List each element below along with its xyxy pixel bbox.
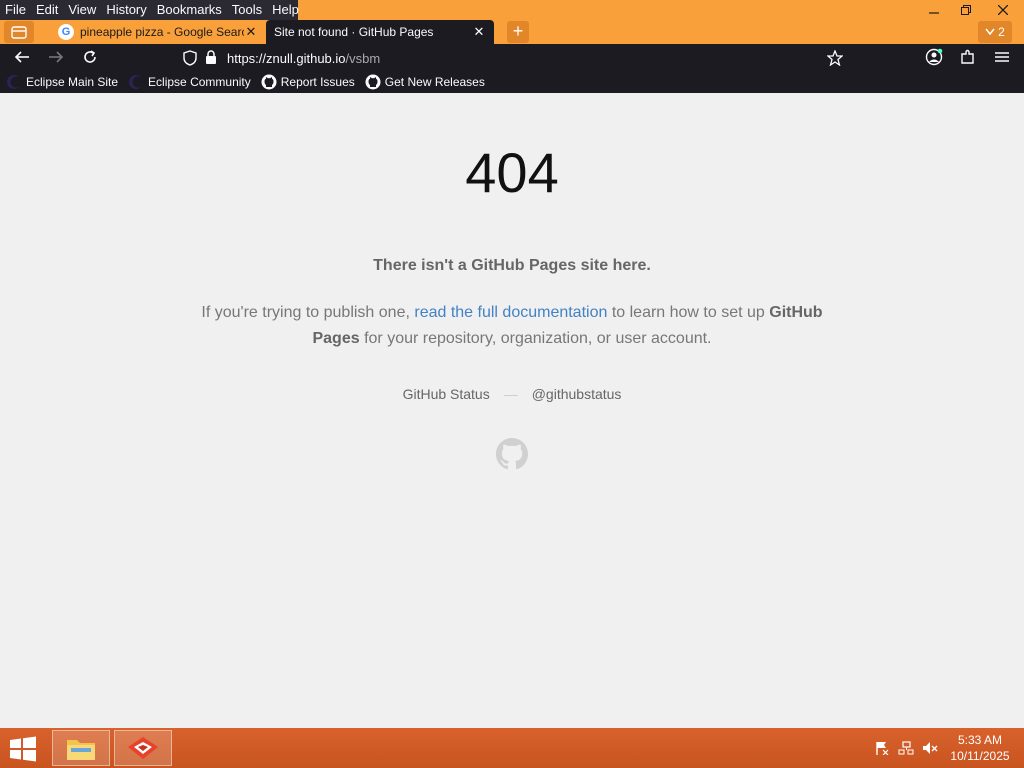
minimize-button[interactable] [918, 0, 950, 20]
para-post: for your repository, organization, or us… [359, 330, 712, 347]
tab-label: Site not found · GitHub Pages [274, 25, 434, 39]
bookmark-label: Eclipse Main Site [26, 74, 119, 89]
forward-button[interactable] [45, 47, 67, 67]
page-content: 404 There isn't a GitHub Pages site here… [0, 93, 1024, 728]
reload-icon [84, 50, 96, 63]
menu-view[interactable]: View [63, 0, 101, 20]
error-code: 404 [465, 141, 559, 204]
para-mid: to learn how to set up [607, 304, 770, 321]
url-host: https://znull.github.io [227, 50, 346, 66]
reload-button[interactable] [79, 47, 101, 67]
lock-icon [206, 50, 216, 64]
address-bar[interactable]: https://znull.github.io/vsbm [177, 46, 847, 70]
bookmark-label: Report Issues [280, 74, 355, 89]
clock-date: 10/11/2025 [950, 749, 1010, 763]
para-pre: If you're trying to publish one, [201, 304, 415, 321]
eclipse-icon [128, 74, 144, 90]
extensions-button[interactable] [957, 47, 979, 67]
chevron-down-icon [985, 28, 995, 36]
list-all-tabs-button[interactable]: 2 [978, 21, 1012, 43]
bookmark-report-issues[interactable]: Report Issues [261, 74, 355, 90]
minimize-icon [929, 12, 939, 14]
taskbar-file-explorer[interactable] [52, 730, 110, 766]
menu-help[interactable]: Help [267, 0, 304, 20]
menu-edit[interactable]: Edit [31, 0, 63, 20]
firefox-view-button[interactable] [4, 21, 34, 43]
shield-icon [183, 50, 197, 66]
footer-links: GitHub Status — @githubstatus [0, 386, 1024, 402]
eclipse-icon [6, 74, 22, 90]
tab-label: pineapple pizza - Google Search [80, 25, 244, 39]
bookmarks-toolbar: Eclipse Main Site Eclipse Community Repo… [0, 70, 1024, 93]
close-icon [998, 5, 1008, 15]
clock-time: 5:33 AM [957, 733, 1003, 747]
menu-bar: File Edit View History Bookmarks Tools H… [0, 0, 299, 20]
navigation-toolbar: https://znull.github.io/vsbm [0, 44, 1024, 70]
github-octocat-icon[interactable] [496, 438, 528, 470]
restore-icon [961, 5, 971, 15]
tab-site-not-found[interactable]: Site not found · GitHub Pages ✕ [266, 20, 494, 44]
browser-titlebar: File Edit View History Bookmarks Tools H… [0, 0, 1024, 44]
menu-bookmarks[interactable]: Bookmarks [152, 0, 227, 20]
error-description: If you're trying to publish one, read th… [200, 300, 824, 352]
githubstatus-twitter-link[interactable]: @githubstatus [532, 386, 622, 402]
url-path: /vsbm [345, 50, 381, 66]
bookmark-label: Get New Releases [384, 74, 485, 89]
github-icon [261, 74, 277, 90]
windows-taskbar: 5:33 AM 10/11/2025 [0, 728, 1024, 768]
app-menu-button[interactable] [991, 47, 1013, 67]
bookmark-get-new-releases[interactable]: Get New Releases [365, 74, 485, 90]
tab-strip: G pineapple pizza - Google Search ✕ Site… [0, 20, 1024, 44]
bookmark-label: Eclipse Community [148, 74, 251, 89]
star-bookmark-icon[interactable] [827, 50, 843, 66]
arrow-left-icon [14, 51, 29, 63]
menu-file[interactable]: File [0, 0, 31, 20]
account-button[interactable] [923, 47, 945, 67]
folder-icon [67, 740, 95, 760]
footer-separator: — [503, 386, 518, 402]
window-controls [918, 0, 1024, 20]
hamburger-menu-icon [995, 52, 1009, 62]
google-icon: G [58, 24, 74, 40]
system-tray: 5:33 AM 10/11/2025 [870, 728, 1024, 768]
close-window-button[interactable] [982, 0, 1024, 20]
puzzle-icon [961, 49, 974, 64]
bookmark-eclipse-community[interactable]: Eclipse Community [128, 74, 251, 90]
bookmark-eclipse-main-site[interactable]: Eclipse Main Site [6, 74, 118, 90]
tab-close-icon[interactable]: ✕ [472, 24, 486, 40]
browser-app-icon [128, 737, 158, 759]
menu-tools[interactable]: Tools [227, 0, 267, 20]
tab-close-icon[interactable]: ✕ [244, 24, 258, 40]
network-icon[interactable] [894, 739, 918, 757]
tab-list-icon [11, 26, 27, 39]
taskbar-clock[interactable]: 5:33 AM 10/11/2025 [942, 732, 1018, 764]
documentation-link[interactable]: read the full documentation [414, 304, 607, 321]
taskbar-browser[interactable] [114, 730, 172, 766]
account-icon [925, 48, 943, 66]
volume-muted-icon[interactable] [918, 739, 942, 757]
back-button[interactable] [11, 47, 33, 67]
error-headline: There isn't a GitHub Pages site here. [373, 257, 651, 274]
github-icon [365, 74, 381, 90]
action-center-flag-icon[interactable] [870, 739, 894, 757]
arrow-right-icon [49, 51, 64, 63]
restore-button[interactable] [950, 0, 982, 20]
github-status-link[interactable]: GitHub Status [403, 386, 490, 402]
new-tab-button[interactable]: + [507, 21, 529, 43]
tab-google-search[interactable]: G pineapple pizza - Google Search ✕ [50, 20, 266, 44]
tab-count: 2 [998, 25, 1005, 39]
url-text: https://znull.github.io/vsbm [227, 51, 380, 66]
windows-start-icon[interactable] [8, 736, 38, 762]
menu-history[interactable]: History [101, 0, 151, 20]
